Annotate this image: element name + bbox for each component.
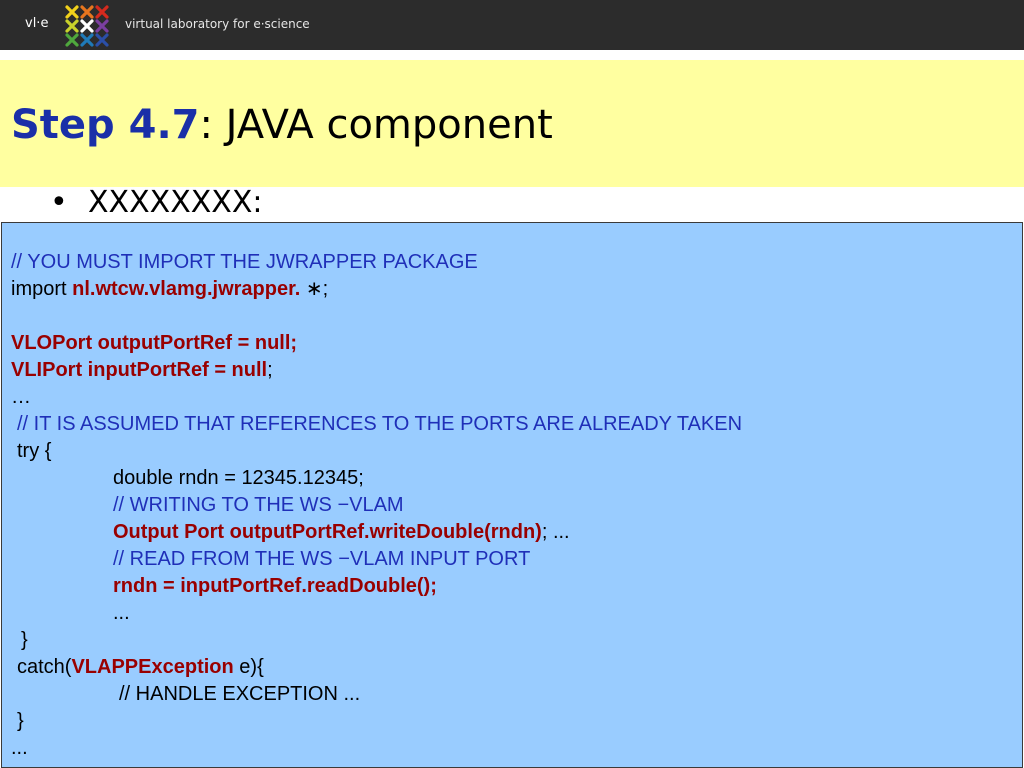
bullet-item: • XXXXXXXX: — [50, 180, 263, 226]
brand-tagline: virtual laboratory for e·science — [125, 17, 310, 31]
logo-cross-mark — [65, 5, 79, 19]
code-line: VLOPort outputPortRef = null; — [11, 332, 298, 354]
logo-cross-mark — [80, 33, 94, 47]
logo-cross-mark — [65, 33, 79, 47]
logo-cross-mark — [65, 19, 79, 33]
code-token: ; ... — [541, 521, 570, 543]
code-line: } — [17, 710, 24, 732]
code-token: VLIPort inputPortRef = null — [11, 359, 268, 381]
code-token: e){ — [233, 656, 264, 678]
code-line: double rndn = 12345.12345; — [113, 467, 364, 489]
code-line: // YOU MUST IMPORT THE JWRAPPER PACKAGE — [11, 251, 478, 273]
code-line: // HANDLE EXCEPTION ... — [119, 683, 361, 705]
code-token: import — [11, 278, 73, 300]
logo-cross-mark — [80, 5, 94, 19]
code-line: … — [11, 386, 31, 408]
logo-cross-mark — [95, 19, 109, 33]
code-line: } — [21, 629, 28, 651]
title-step: Step 4.7 — [11, 102, 200, 148]
code-line: VLIPort inputPortRef = null; — [11, 357, 1011, 384]
code-token: nl.wtcw.vlamg.jwrapper. — [72, 278, 306, 300]
code-line: rndn = inputPortRef.readDouble(); — [113, 575, 437, 597]
code-line: ... — [11, 737, 28, 759]
bullet-dot: • — [50, 185, 68, 220]
code-token: Output Port outputPortRef.writeDouble(rn… — [113, 521, 542, 543]
code-token: catch( — [17, 656, 72, 678]
code-line: import nl.wtcw.vlamg.jwrapper. ∗; — [11, 276, 1011, 303]
code-block: // YOU MUST IMPORT THE JWRAPPER PACKAGE … — [11, 249, 1011, 762]
code-line: Output Port outputPortRef.writeDouble(rn… — [11, 519, 1011, 546]
bullet-text: XXXXXXXX: — [88, 185, 263, 220]
code-token: ∗; — [305, 278, 329, 300]
code-line: ... — [113, 602, 130, 624]
code-line: try { — [17, 440, 52, 462]
code-token: VLAPPException — [71, 656, 234, 678]
title-rest: : JAVA component — [199, 102, 553, 148]
header-bar: vl·e virtual laboratory for e·science — [0, 0, 1024, 50]
brand-short: vl·e — [25, 16, 49, 31]
code-token: ; — [267, 359, 273, 381]
logo-cross-mark — [95, 33, 109, 47]
code-line: // IT IS ASSUMED THAT REFERENCES TO THE … — [17, 413, 743, 435]
code-line: // READ FROM THE WS −VLAM INPUT PORT — [113, 548, 531, 570]
code-line: // WRITING TO THE WS −VLAM — [113, 494, 404, 516]
code-line: catch(VLAPPException e){ — [11, 654, 1011, 681]
slide-title: Step 4.7: JAVA component — [11, 101, 553, 149]
logo-cross-mark — [80, 19, 94, 33]
logo-cross-mark — [95, 5, 109, 19]
vle-logo-icon — [65, 5, 109, 47]
